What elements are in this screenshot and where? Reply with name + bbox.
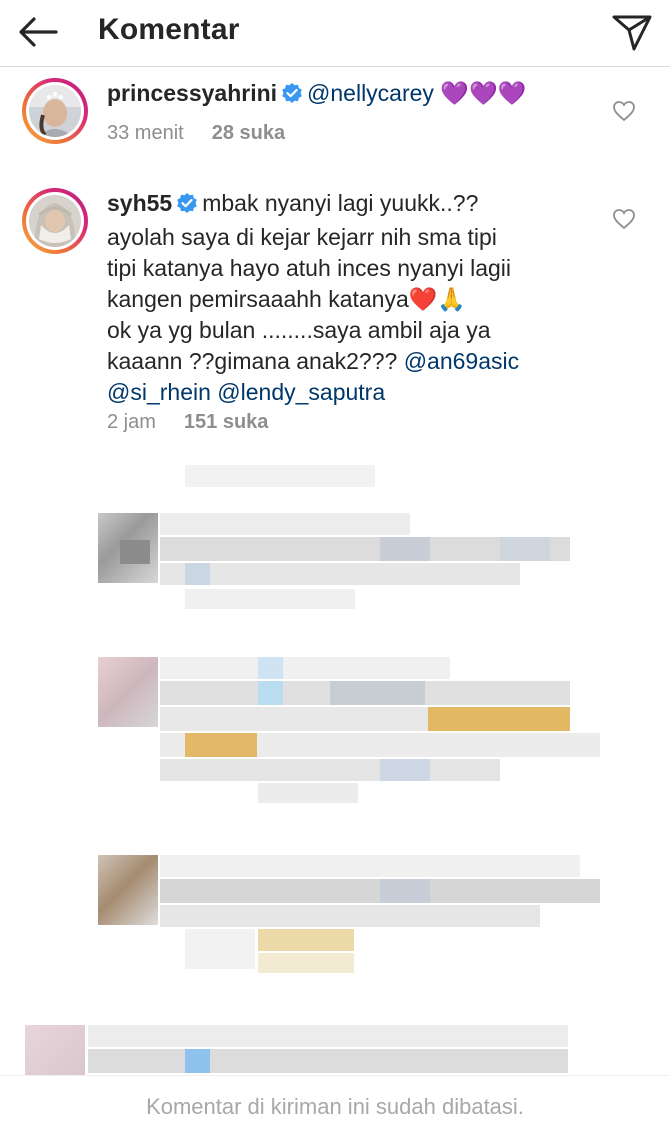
pixel-block [380, 759, 430, 781]
back-button[interactable] [16, 14, 60, 50]
comment-meta: 2 jam 151 suka [107, 411, 268, 434]
pixel-block [185, 929, 255, 969]
pixel-block [428, 707, 570, 731]
comment-line: tipi katanya hayo atuh inces nyanyi lagi… [107, 255, 512, 281]
likes-count[interactable]: 151 suka [184, 411, 269, 433]
avatar[interactable] [22, 188, 88, 254]
comment-line: ayolah saya di kejar kejarr nih sma tipi [107, 224, 497, 250]
comment-item: syh55 mbak nyanyi lagi yuukk..?? ayolah s… [0, 180, 670, 450]
verified-badge-icon [176, 191, 198, 222]
like-button[interactable] [612, 208, 636, 230]
comment-username[interactable]: syh55 [107, 190, 172, 216]
mention-link[interactable]: @an69asic [404, 348, 519, 374]
pixel-block [380, 879, 430, 903]
pixel-block [160, 563, 520, 585]
blurred-avatar [25, 1025, 85, 1075]
pixel-block [258, 953, 354, 973]
comments-restricted-footer: Komentar di kiriman ini sudah dibatasi. [0, 1075, 670, 1144]
comment-username[interactable]: princessyahrini [107, 80, 277, 106]
pixel-block [258, 783, 358, 803]
like-button[interactable] [612, 100, 636, 122]
mention-link[interactable]: @nellycarey [307, 80, 434, 106]
mention-link[interactable]: @lendy_saputra [217, 379, 385, 405]
pixel-block [185, 589, 355, 609]
comment-time: 2 jam [107, 411, 156, 433]
pixel-block [88, 1025, 568, 1047]
pixel-block [258, 657, 283, 679]
pixel-block [160, 855, 580, 877]
pixel-block [185, 733, 257, 757]
pixel-block [160, 513, 410, 535]
arrow-left-icon [19, 17, 58, 47]
pixel-block [258, 681, 283, 705]
page-title: Komentar [98, 13, 240, 46]
comment-line: mbak nyanyi lagi yuukk..?? [202, 190, 479, 216]
comment-text: princessyahrini @nellycarey 💜💜💜 [107, 78, 567, 112]
pixelated-comments [0, 455, 670, 1075]
comment-line: kangen pemirsaaahh katanya [107, 286, 409, 312]
comment-time: 33 menit [107, 122, 184, 144]
share-button[interactable] [610, 10, 654, 54]
emoji-heart-pray: ❤️🙏 [408, 286, 467, 312]
heart-icon [613, 209, 635, 230]
blurred-avatar [98, 855, 158, 925]
pixel-block [185, 465, 375, 487]
paper-plane-icon [612, 15, 652, 51]
restricted-notice: Komentar di kiriman ini sudah dibatasi. [146, 1094, 524, 1119]
pixel-block [380, 537, 430, 561]
comment-meta: 33 menit 28 suka [107, 122, 285, 145]
pixel-block [500, 537, 550, 561]
pixel-block [258, 929, 354, 951]
pixel-block [160, 905, 540, 927]
pixel-block [160, 657, 450, 679]
pixel-block [330, 681, 425, 705]
avatar[interactable] [22, 78, 88, 144]
comment-item: princessyahrini @nellycarey 💜💜💜 33 menit 2… [0, 66, 670, 166]
comment-line: kaaann ??gimana anak2??? [107, 348, 404, 374]
verified-badge-icon [281, 81, 303, 112]
pixel-block [185, 1049, 210, 1073]
pixel-block [88, 1049, 568, 1073]
emoji-hearts: 💜💜💜 [440, 80, 527, 106]
mention-link[interactable]: @si_rhein [107, 379, 211, 405]
comment-text: syh55 mbak nyanyi lagi yuukk..?? ayolah s… [107, 188, 567, 408]
heart-icon [613, 101, 635, 122]
pixel-block [185, 563, 210, 585]
blurred-avatar [98, 657, 158, 727]
pixel-block [120, 540, 150, 564]
likes-count[interactable]: 28 suka [212, 122, 285, 144]
comment-line: ok ya yg bulan ........saya ambil aja ya [107, 317, 491, 343]
top-bar: Komentar [0, 0, 670, 67]
pixel-block [160, 759, 500, 781]
